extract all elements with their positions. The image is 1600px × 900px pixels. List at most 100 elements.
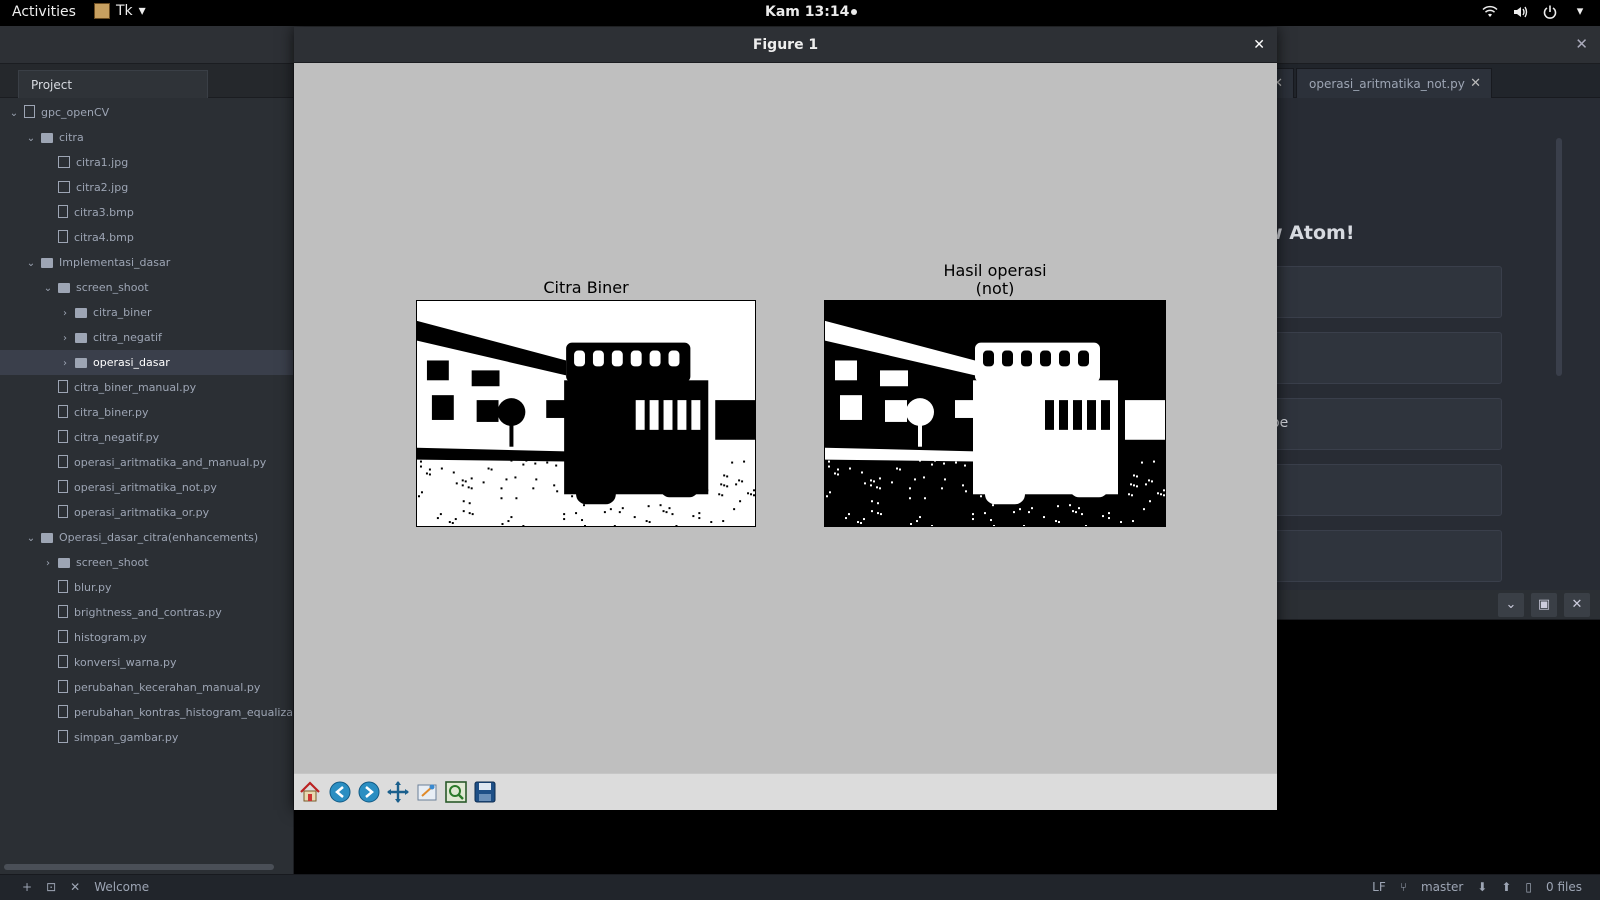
files-count[interactable]: 0 files: [1546, 880, 1582, 894]
notification-dot-icon: [851, 9, 858, 15]
folder-icon: [75, 358, 87, 368]
project-tab[interactable]: Project: [18, 70, 208, 98]
tree-folder[interactable]: › screen_shoot: [0, 550, 293, 575]
chevron-down-icon: ⌄: [9, 108, 19, 119]
tree-file[interactable]: histogram.py: [0, 625, 293, 650]
horizontal-scrollbar[interactable]: [4, 864, 274, 870]
folder-icon: [41, 533, 53, 543]
tree-item-label: Implementasi_dasar: [59, 256, 171, 269]
file-icon: [58, 605, 68, 618]
app-menu[interactable]: Tk ▾: [94, 3, 146, 19]
tree-item-label: blur.py: [74, 581, 112, 594]
push-up-icon[interactable]: ⬆: [1501, 880, 1511, 894]
chevron-down-icon: ⌄: [26, 533, 36, 544]
system-tray[interactable]: ▾: [1482, 4, 1588, 20]
tree-item-label: citra4.bmp: [74, 231, 134, 244]
tree-folder[interactable]: ⌄ screen_shoot: [0, 275, 293, 300]
plus-icon[interactable]: +: [22, 880, 32, 894]
welcome-card[interactable]: [1252, 530, 1502, 582]
tree-file[interactable]: citra1.jpg: [0, 150, 293, 175]
project-tree-panel: Project ⌄ gpc_openCV ⌄ citra citra1.jpg citra…: [0, 64, 294, 874]
activities-button[interactable]: Activities: [12, 4, 76, 20]
vertical-scrollbar[interactable]: [1556, 138, 1562, 376]
subplot-title: Hasil operasi (not): [943, 261, 1047, 298]
tree-folder[interactable]: ⌄ citra: [0, 125, 293, 150]
tree-file[interactable]: citra_biner.py: [0, 400, 293, 425]
tree-item-label: simpan_gambar.py: [74, 731, 179, 744]
tree-file[interactable]: simpan_gambar.py: [0, 725, 293, 750]
welcome-card[interactable]: ub: [1252, 332, 1502, 384]
tree-file[interactable]: citra4.bmp: [0, 225, 293, 250]
tree-folder[interactable]: ⌄ Implementasi_dasar: [0, 250, 293, 275]
volume-icon: [1512, 4, 1528, 20]
gnome-top-bar: Activities Tk ▾ Kam 13:14 ▾: [0, 0, 1600, 26]
file-icon: [58, 480, 68, 493]
subplot-image-hasil-not: [824, 300, 1166, 527]
terminal-icon[interactable]: ⊡: [46, 880, 56, 894]
tree-item-label: operasi_aritmatika_not.py: [74, 481, 217, 494]
editor-tab-active[interactable]: operasi_aritmatika_not.py ✕: [1296, 68, 1492, 98]
figure-canvas[interactable]: Citra Biner Hasil operasi (not): [294, 64, 1277, 773]
git-branch[interactable]: master: [1421, 880, 1463, 894]
tree-item-label: perubahan_kontras_histogram_equalization: [74, 706, 294, 719]
back-icon[interactable]: [327, 779, 353, 805]
tree-item-label: citra2.jpg: [76, 181, 129, 194]
chevron-down-icon: ▾: [138, 3, 146, 19]
tree-item-label: brightness_and_contras.py: [74, 606, 222, 619]
tree-file[interactable]: brightness_and_contras.py: [0, 600, 293, 625]
tree-file[interactable]: citra_biner_manual.py: [0, 375, 293, 400]
tree-folder[interactable]: › operasi_dasar: [0, 350, 293, 375]
tree-file[interactable]: blur.py: [0, 575, 293, 600]
tree-file[interactable]: citra2.jpg: [0, 175, 293, 200]
maximize-icon[interactable]: ▣: [1531, 593, 1557, 617]
forward-icon[interactable]: [356, 779, 382, 805]
tree-file[interactable]: operasi_aritmatika_or.py: [0, 500, 293, 525]
welcome-card[interactable]: [1252, 266, 1502, 318]
tree-file[interactable]: citra_negatif.py: [0, 425, 293, 450]
subplots-config-icon[interactable]: [414, 779, 440, 805]
fetch-down-icon[interactable]: ⬇: [1477, 880, 1487, 894]
folder-icon: [75, 333, 87, 343]
tree-item-label: screen_shoot: [76, 281, 149, 294]
line-ending[interactable]: LF: [1372, 880, 1386, 894]
clock[interactable]: Kam 13:14: [765, 4, 858, 20]
tree-item-label: citra_negatif: [93, 331, 162, 344]
tree-folder[interactable]: ⌄ Operasi_dasar_citra(enhancements): [0, 525, 293, 550]
file-icon: [58, 230, 68, 243]
chevron-right-icon: ›: [46, 558, 50, 569]
subplot-title: Citra Biner: [543, 278, 629, 297]
tree-file[interactable]: perubahan_kontras_histogram_equalization: [0, 700, 294, 725]
tree-file[interactable]: citra3.bmp: [0, 200, 293, 225]
status-welcome-label[interactable]: Welcome: [94, 880, 149, 894]
folder-icon: [75, 308, 87, 318]
close-tab-icon[interactable]: ✕: [1470, 76, 1481, 91]
close-icon[interactable]: ✕: [1564, 593, 1590, 617]
tree-file[interactable]: konversi_warna.py: [0, 650, 293, 675]
home-icon[interactable]: [297, 779, 323, 805]
close-icon[interactable]: ✕: [1575, 35, 1588, 53]
tree-file[interactable]: operasi_aritmatika_not.py: [0, 475, 293, 500]
folder-icon: [58, 283, 70, 293]
tree-folder[interactable]: › citra_negatif: [0, 325, 293, 350]
file-icon: [58, 705, 68, 718]
tree-file[interactable]: perubahan_kecerahan_manual.py: [0, 675, 293, 700]
close-icon[interactable]: ✕: [70, 880, 80, 894]
pan-icon[interactable]: [385, 779, 411, 805]
status-bar: + ⊡ ✕ Welcome LF ⑂ master ⬇ ⬆ ▯ 0 files: [0, 874, 1600, 900]
file-icon: [58, 580, 68, 593]
app-menu-label: Tk: [116, 3, 133, 19]
file-icon: [58, 405, 68, 418]
tree-item-label: citra_negatif.py: [74, 431, 160, 444]
zoom-rect-icon[interactable]: [443, 779, 469, 805]
tree-item-label: operasi_dasar: [93, 356, 170, 369]
close-icon[interactable]: ✕: [1253, 27, 1265, 63]
chevron-down-icon[interactable]: ⌄: [1498, 593, 1524, 617]
file-icon: [58, 505, 68, 518]
welcome-card[interactable]: [1252, 464, 1502, 516]
save-icon[interactable]: [472, 779, 498, 805]
tree-folder[interactable]: ⌄ gpc_openCV: [0, 100, 293, 125]
tree-file[interactable]: operasi_aritmatika_and_manual.py: [0, 450, 293, 475]
tk-app-icon: [94, 3, 110, 19]
welcome-card[interactable]: type: [1252, 398, 1502, 450]
tree-folder[interactable]: › citra_biner: [0, 300, 293, 325]
